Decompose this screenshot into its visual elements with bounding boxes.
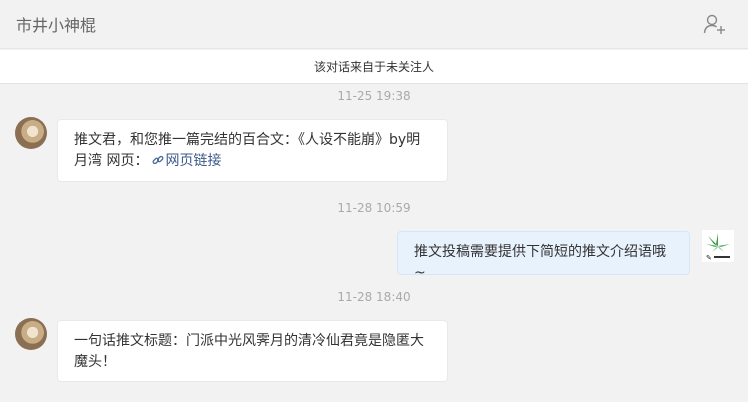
sender-avatar[interactable] [15,117,47,149]
message-text-line2: 月湾 网页： 网页链接 [74,151,431,172]
add-user-icon[interactable] [703,12,727,36]
message-text: 一句话推文标题：门派中光风霁月的清冷仙君竟是隐匿大 [74,333,424,349]
stranger-notice: 该对话来自于未关注人 [0,50,748,84]
timestamp: 11-25 19:38 [337,89,411,103]
link-icon [152,152,164,165]
contact-name: 市井小神棍 [16,16,97,35]
sender-avatar[interactable] [15,318,47,350]
message-bubble-incoming: 推文君，和您推一篇完结的百合文：《人设不能崩》by明 月湾 网页： 网页链接 [57,119,448,182]
chat-header: 市井小神棍 [0,0,748,49]
webpage-link[interactable]: 网页链接 [165,153,221,169]
self-avatar[interactable]: ✎ [702,230,734,262]
svg-text:✎: ✎ [706,254,712,262]
message-text: 月湾 网页： [74,153,149,169]
message-text: 推文君，和您推一篇完结的百合文：《人设不能崩》by明 [74,132,421,148]
timestamp: 11-28 18:40 [337,290,411,304]
message-text: 推文投稿需要提供下简短的推文介绍语哦~ [414,244,666,281]
message-bubble-incoming: 一句话推文标题：门派中光风霁月的清冷仙君竟是隐匿大 魔头！ [57,320,448,382]
message-bubble-outgoing: 推文投稿需要提供下简短的推文介绍语哦~ [397,231,690,281]
message-text: 魔头！ [74,354,116,370]
timestamp: 11-28 10:59 [337,201,411,215]
